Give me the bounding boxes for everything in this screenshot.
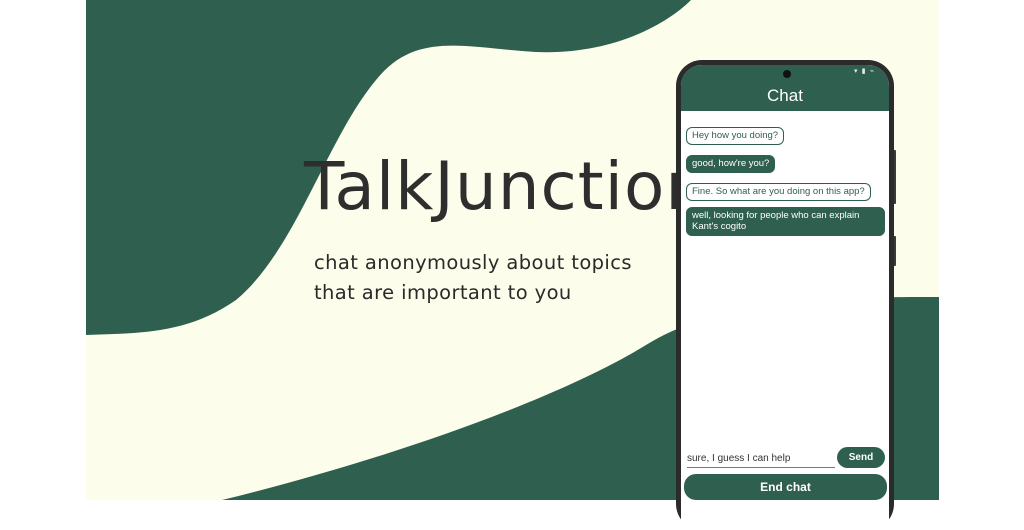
tagline-line-2: that are important to you: [314, 281, 572, 304]
message-input[interactable]: [687, 449, 835, 468]
status-bar-icons: ▾ ▮ ⌁: [853, 67, 875, 75]
message-bubble-incoming: well, looking for people who can explain…: [686, 207, 885, 236]
message-bubble-incoming: good, how're you?: [686, 155, 776, 173]
front-camera-icon: [783, 70, 791, 78]
tagline: chat anonymously about topics that are i…: [314, 248, 694, 308]
message-list: Hey how you doing? good, how're you? Fin…: [686, 123, 885, 242]
message-bubble-outgoing: Hey how you doing?: [686, 127, 785, 145]
message-bubble-outgoing: Fine. So what are you doing on this app?: [686, 183, 871, 201]
tagline-line-1: chat anonymously about topics: [314, 251, 632, 274]
send-button[interactable]: Send: [837, 447, 885, 468]
message-composer: Send: [685, 445, 885, 471]
end-chat-button[interactable]: End chat: [684, 474, 887, 500]
chat-title: Chat: [767, 86, 803, 105]
phone-screen: ▾ ▮ ⌁ Chat Hey how you doing? good, how'…: [681, 65, 889, 530]
app-name-title: TalkJunction: [304, 148, 709, 225]
app-header: ▾ ▮ ⌁ Chat: [681, 65, 889, 111]
phone-mockup: ▾ ▮ ⌁ Chat Hey how you doing? good, how'…: [676, 60, 894, 530]
